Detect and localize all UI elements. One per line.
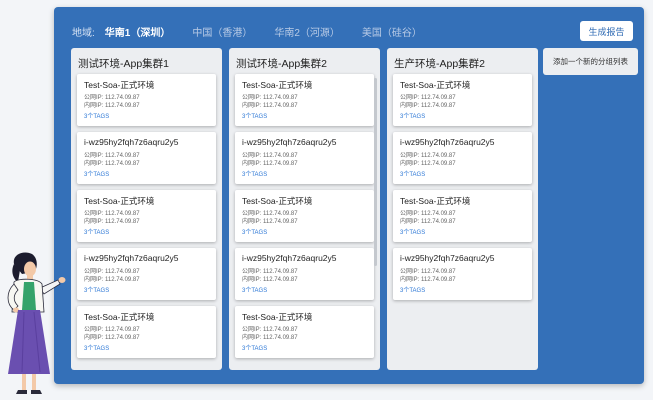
server-card[interactable]: Test-Soa-正式环境 公网IP: 112.74.09.87 内网IP: 1… bbox=[235, 306, 374, 358]
generate-report-button[interactable]: 生成报告 bbox=[580, 21, 633, 41]
private-ip: 内网IP: 112.74.09.87 bbox=[242, 161, 298, 167]
server-card[interactable]: i-wz95hy2fqh7z6aqru2y5 公网IP: 112.74.09.8… bbox=[235, 132, 374, 184]
region-label: 地域: bbox=[72, 27, 95, 39]
tags-link[interactable]: 3个TAGS bbox=[242, 227, 374, 236]
private-ip: 内网IP: 112.74.09.87 bbox=[84, 277, 140, 283]
group-title: 测试环境-App集群2 bbox=[236, 58, 328, 70]
public-ip: 公网IP: 112.74.09.87 bbox=[84, 327, 140, 333]
region-tab-shenzhen[interactable]: 华南1（深圳） bbox=[105, 24, 171, 39]
tags-link[interactable]: 3个TAGS bbox=[84, 227, 216, 236]
column-scrollbar[interactable] bbox=[374, 78, 377, 266]
tags-link[interactable]: 3个TAGS bbox=[84, 285, 216, 294]
group-column-test-cluster-1: 测试环境-App集群1 Test-Soa-正式环境 公网IP: 112.74.0… bbox=[71, 48, 222, 370]
server-name: i-wz95hy2fqh7z6aqru2y5 bbox=[84, 253, 179, 263]
public-ip: 公网IP: 112.74.09.87 bbox=[400, 95, 456, 101]
server-name: Test-Soa-正式环境 bbox=[84, 312, 155, 322]
public-ip: 公网IP: 112.74.09.87 bbox=[84, 153, 140, 159]
card-list: Test-Soa-正式环境 公网IP: 112.74.09.87 内网IP: 1… bbox=[235, 74, 374, 364]
card-list: Test-Soa-正式环境 公网IP: 112.74.09.87 内网IP: 1… bbox=[77, 74, 216, 364]
private-ip: 内网IP: 112.74.09.87 bbox=[84, 103, 140, 109]
private-ip: 内网IP: 112.74.09.87 bbox=[84, 335, 140, 341]
server-name: i-wz95hy2fqh7z6aqru2y5 bbox=[84, 137, 179, 147]
tags-link[interactable]: 3个TAGS bbox=[400, 227, 532, 236]
group-column-prod-cluster-2: 生产环境-App集群2 Test-Soa-正式环境 公网IP: 112.74.0… bbox=[387, 48, 538, 370]
server-card[interactable]: i-wz95hy2fqh7z6aqru2y5 公网IP: 112.74.09.8… bbox=[235, 248, 374, 300]
card-list: Test-Soa-正式环境 公网IP: 112.74.09.87 内网IP: 1… bbox=[393, 74, 532, 306]
tags-link[interactable]: 3个TAGS bbox=[400, 285, 532, 294]
tags-link[interactable]: 3个TAGS bbox=[242, 343, 374, 352]
private-ip: 内网IP: 112.74.09.87 bbox=[400, 103, 456, 109]
server-name: i-wz95hy2fqh7z6aqru2y5 bbox=[400, 137, 495, 147]
tags-link[interactable]: 3个TAGS bbox=[84, 111, 216, 120]
server-card[interactable]: Test-Soa-正式环境 公网IP: 112.74.09.87 内网IP: 1… bbox=[77, 74, 216, 126]
tags-link[interactable]: 3个TAGS bbox=[242, 285, 374, 294]
server-name: Test-Soa-正式环境 bbox=[84, 80, 155, 90]
private-ip: 内网IP: 112.74.09.87 bbox=[400, 219, 456, 225]
tags-link[interactable]: 3个TAGS bbox=[242, 111, 374, 120]
server-name: i-wz95hy2fqh7z6aqru2y5 bbox=[242, 253, 337, 263]
server-card[interactable]: Test-Soa-正式环境 公网IP: 112.74.09.87 内网IP: 1… bbox=[77, 306, 216, 358]
server-name: Test-Soa-正式环境 bbox=[400, 80, 471, 90]
public-ip: 公网IP: 112.74.09.87 bbox=[400, 153, 456, 159]
private-ip: 内网IP: 112.74.09.87 bbox=[400, 277, 456, 283]
region-tab-hongkong[interactable]: 中国（香港） bbox=[192, 24, 252, 39]
server-name: i-wz95hy2fqh7z6aqru2y5 bbox=[400, 253, 495, 263]
public-ip: 公网IP: 112.74.09.87 bbox=[400, 269, 456, 275]
cluster-board-panel: 地域: 华南1（深圳） 中国（香港） 华南2（河源） 美国（硅谷） 生成报告 测… bbox=[54, 7, 644, 384]
server-name: i-wz95hy2fqh7z6aqru2y5 bbox=[242, 137, 337, 147]
private-ip: 内网IP: 112.74.09.87 bbox=[400, 161, 456, 167]
server-name: Test-Soa-正式环境 bbox=[242, 312, 313, 322]
group-column-test-cluster-2: 测试环境-App集群2 Test-Soa-正式环境 公网IP: 112.74.0… bbox=[229, 48, 380, 370]
public-ip: 公网IP: 112.74.09.87 bbox=[400, 211, 456, 217]
server-name: Test-Soa-正式环境 bbox=[242, 196, 313, 206]
server-card[interactable]: i-wz95hy2fqh7z6aqru2y5 公网IP: 112.74.09.8… bbox=[393, 248, 532, 300]
woman-illustration bbox=[7, 252, 66, 394]
private-ip: 内网IP: 112.74.09.87 bbox=[242, 335, 298, 341]
tags-link[interactable]: 3个TAGS bbox=[400, 111, 532, 120]
server-card[interactable]: i-wz95hy2fqh7z6aqru2y5 公网IP: 112.74.09.8… bbox=[77, 132, 216, 184]
server-card[interactable]: Test-Soa-正式环境 公网IP: 112.74.09.87 内网IP: 1… bbox=[77, 190, 216, 242]
group-title: 测试环境-App集群1 bbox=[78, 58, 170, 70]
add-group-list-button[interactable]: 添加一个新的分组列表 bbox=[543, 48, 638, 75]
private-ip: 内网IP: 112.74.09.87 bbox=[84, 161, 140, 167]
tags-link[interactable]: 3个TAGS bbox=[242, 169, 374, 178]
public-ip: 公网IP: 112.74.09.87 bbox=[242, 211, 298, 217]
private-ip: 内网IP: 112.74.09.87 bbox=[242, 103, 298, 109]
region-selector: 地域: 华南1（深圳） 中国（香港） 华南2（河源） 美国（硅谷） bbox=[72, 23, 444, 39]
public-ip: 公网IP: 112.74.09.87 bbox=[242, 153, 298, 159]
server-card[interactable]: i-wz95hy2fqh7z6aqru2y5 公网IP: 112.74.09.8… bbox=[77, 248, 216, 300]
group-title: 生产环境-App集群2 bbox=[394, 58, 486, 70]
server-card[interactable]: i-wz95hy2fqh7z6aqru2y5 公网IP: 112.74.09.8… bbox=[393, 132, 532, 184]
server-card[interactable]: Test-Soa-正式环境 公网IP: 112.74.09.87 内网IP: 1… bbox=[235, 74, 374, 126]
private-ip: 内网IP: 112.74.09.87 bbox=[84, 219, 140, 225]
public-ip: 公网IP: 112.74.09.87 bbox=[242, 269, 298, 275]
region-tab-heyuan[interactable]: 华南2（河源） bbox=[274, 24, 340, 39]
public-ip: 公网IP: 112.74.09.87 bbox=[84, 269, 140, 275]
server-card[interactable]: Test-Soa-正式环境 公网IP: 112.74.09.87 内网IP: 1… bbox=[393, 74, 532, 126]
public-ip: 公网IP: 112.74.09.87 bbox=[84, 211, 140, 217]
tags-link[interactable]: 3个TAGS bbox=[84, 169, 216, 178]
server-card[interactable]: Test-Soa-正式环境 公网IP: 112.74.09.87 内网IP: 1… bbox=[235, 190, 374, 242]
tags-link[interactable]: 3个TAGS bbox=[400, 169, 532, 178]
public-ip: 公网IP: 112.74.09.87 bbox=[242, 327, 298, 333]
region-tab-silicon-valley[interactable]: 美国（硅谷） bbox=[362, 24, 422, 39]
public-ip: 公网IP: 112.74.09.87 bbox=[84, 95, 140, 101]
server-card[interactable]: Test-Soa-正式环境 公网IP: 112.74.09.87 内网IP: 1… bbox=[393, 190, 532, 242]
server-name: Test-Soa-正式环境 bbox=[400, 196, 471, 206]
private-ip: 内网IP: 112.74.09.87 bbox=[242, 277, 298, 283]
server-name: Test-Soa-正式环境 bbox=[84, 196, 155, 206]
public-ip: 公网IP: 112.74.09.87 bbox=[242, 95, 298, 101]
tags-link[interactable]: 3个TAGS bbox=[84, 343, 216, 352]
server-name: Test-Soa-正式环境 bbox=[242, 80, 313, 90]
private-ip: 内网IP: 112.74.09.87 bbox=[242, 219, 298, 225]
